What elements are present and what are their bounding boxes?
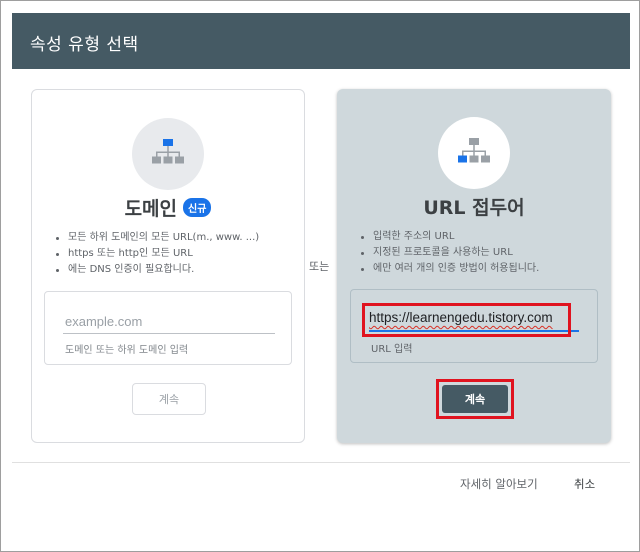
learn-more-link[interactable]: 자세히 알아보기 (460, 476, 538, 492)
url-prefix-option-card[interactable]: URL 접두어 입력한 주소의 URL 지정된 프로토콜을 사용하는 URL 에… (337, 89, 611, 443)
list-item: 에는 DNS 인증이 필요합니다. (54, 262, 296, 278)
url-prefix-icon-circle (438, 117, 510, 189)
domain-features-list: 모든 하위 도메인의 모든 URL(m., www. ...) https 또는… (54, 230, 296, 278)
url-continue-button[interactable]: 계속 (442, 385, 508, 413)
sitemap-icon (152, 139, 184, 164)
list-item: 지정된 프로토콜을 사용하는 URL (359, 245, 603, 261)
new-badge: 신규 (183, 198, 212, 217)
url-input-help: URL 입력 (371, 344, 413, 355)
list-item: https 또는 http인 모든 URL (54, 246, 296, 262)
domain-option-card[interactable]: 도메인 신규 모든 하위 도메인의 모든 URL(m., www. ...) ht… (31, 89, 305, 443)
domain-input-underline (63, 333, 275, 334)
list-item: 입력한 주소의 URL (359, 229, 603, 245)
domain-card-title: 도메인 신규 (32, 194, 304, 221)
domain-input-container: 도메인 또는 하위 도메인 입력 (44, 291, 292, 365)
url-input-highlight-box (362, 303, 571, 337)
sitemap-icon (458, 138, 490, 163)
domain-icon-circle (132, 118, 204, 190)
footer-divider (12, 462, 630, 463)
domain-input-help: 도메인 또는 하위 도메인 입력 (65, 345, 189, 356)
list-item: 에만 여러 개의 인증 방법이 허용됩니다. (359, 261, 603, 277)
domain-input[interactable] (65, 314, 273, 329)
domain-continue-button[interactable]: 계속 (132, 383, 206, 415)
url-input-container: https://learnengedu.tistory.com URL 입력 (350, 289, 598, 363)
list-item: 모든 하위 도메인의 모든 URL(m., www. ...) (54, 230, 296, 246)
url-prefix-features-list: 입력한 주소의 URL 지정된 프로토콜을 사용하는 URL 에만 여러 개의 … (359, 229, 603, 277)
url-prefix-card-title: URL 접두어 (423, 197, 525, 219)
dialog-header: 속성 유형 선택 (12, 13, 630, 69)
or-label: 또는 (309, 260, 330, 273)
continue-highlight-box: 계속 (436, 379, 514, 419)
cancel-button[interactable]: 취소 (574, 476, 595, 492)
domain-title-text: 도메인 (124, 198, 178, 220)
dialog-title: 속성 유형 선택 (30, 35, 139, 55)
dialog: 속성 유형 선택 도메인 신규 모든 하위 도메인의 모든 URL(m., www… (0, 0, 640, 552)
